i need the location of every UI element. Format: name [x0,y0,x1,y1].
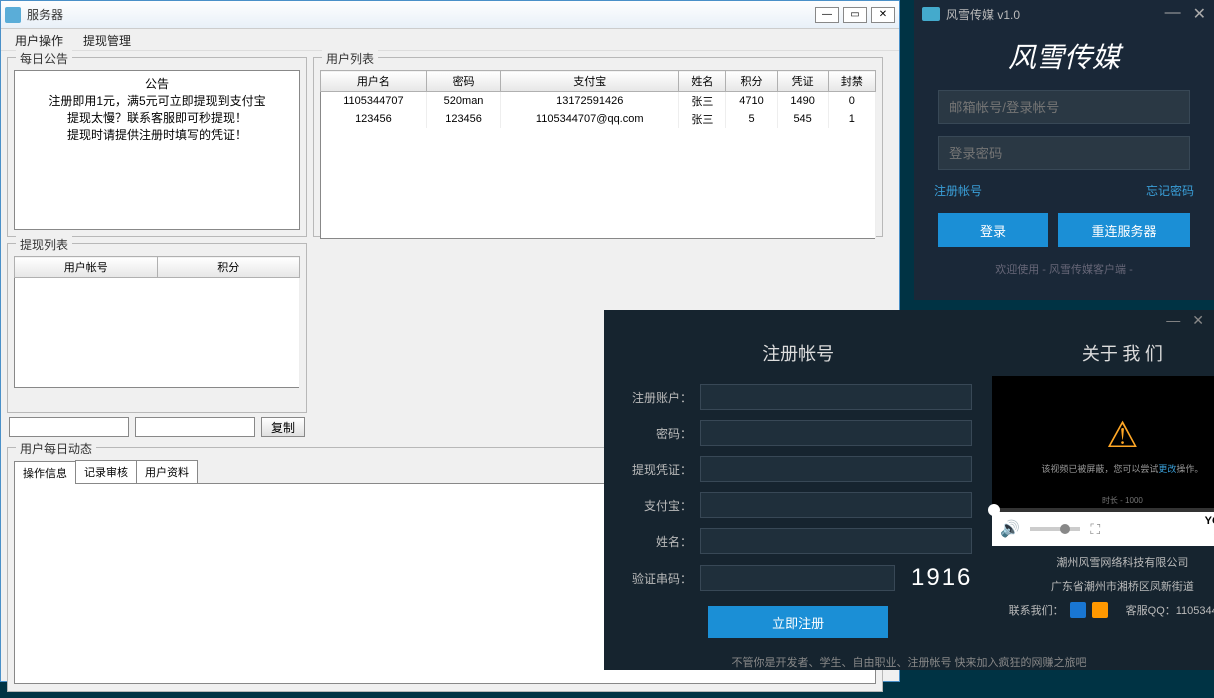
reconnect-button[interactable]: 重连服务器 [1058,213,1190,247]
tab-2[interactable]: 用户资料 [136,460,198,483]
reg-name-input[interactable] [700,528,972,554]
about-title: 关于 我 们 [992,340,1214,366]
user-table[interactable]: 用户名密码支付宝姓名积分凭证封禁 1105344707520man1317259… [320,70,876,239]
volume-slider[interactable] [1030,527,1080,531]
reg-footer: 不管你是开发者、学生、自由职业、注册帐号 快来加入疯狂的网赚之旅吧 [604,648,1214,676]
app-icon [5,7,21,23]
company-name: 潮州风雪网络科技有限公司 [992,554,1214,570]
client-titlebar: 风雪传媒 v1.0 — ✕ [914,0,1214,28]
label-cert: 提现凭证： [624,461,700,478]
menu-user-ops[interactable]: 用户操作 [5,29,73,50]
contact-row: 联系我们： 客服QQ：1105344707 [992,602,1214,618]
user-table-header[interactable]: 封禁 [828,71,875,92]
forgot-link[interactable]: 忘记密码 [1146,182,1194,199]
company-address: 广东省潮州市湘桥区凤新街道 [992,578,1214,594]
withdraw-table-header[interactable]: 用户帐号 [15,257,158,278]
contact-icon-1[interactable] [1070,602,1086,618]
copy-input-2[interactable] [135,417,255,437]
register-link[interactable]: 注册帐号 [934,182,982,199]
maximize-button[interactable]: ▭ [843,7,867,23]
reg-title: 注册帐号 [624,340,972,366]
client-logo-icon [922,7,940,21]
reg-close-button[interactable]: ✕ [1192,312,1204,328]
user-table-header[interactable]: 积分 [726,71,777,92]
warning-icon: ⚠ [1106,414,1138,456]
withdraw-table[interactable]: 用户帐号积分 [14,256,300,388]
tab-1[interactable]: 记录审核 [75,460,137,483]
user-table-header[interactable]: 用户名 [321,71,427,92]
password-input[interactable] [938,136,1190,170]
announce-group: 每日公告 公告 注册即用1元，满5元可立即提现到支付宝 提现太慢？联系客服即可秒… [7,57,307,237]
reg-captcha-input[interactable] [700,565,895,591]
reg-account-input[interactable] [700,384,972,410]
video-progress[interactable] [992,508,1214,512]
reg-password-input[interactable] [700,420,972,446]
copy-input-1[interactable] [9,417,129,437]
table-row[interactable]: 1105344707520man13172591426张三471014900 [321,92,876,111]
copy-button[interactable]: 复制 [261,417,305,437]
video-player[interactable]: ⚠ 该视频已被屏蔽，您可以尝试更改操作。 时长 - 1000 🔊 ⛶ YOUKU… [992,376,1214,546]
withdraw-group: 提现列表 用户帐号积分 [7,243,307,413]
userlist-legend: 用户列表 [322,50,378,67]
user-table-header[interactable]: 凭证 [777,71,828,92]
announce-legend: 每日公告 [16,50,72,67]
volume-icon[interactable]: 🔊 [1000,519,1020,539]
video-error-text: 该视频已被屏蔽，您可以尝试更改操作。 [1041,462,1203,475]
table-row[interactable]: 1234561234561105344707@qq.com张三55451 [321,110,876,128]
reg-cert-input[interactable] [700,456,972,482]
activity-legend: 用户每日动态 [16,440,96,457]
userlist-group: 用户列表 用户名密码支付宝姓名积分凭证封禁 1105344707520man13… [313,57,883,237]
menubar: 用户操作 提现管理 [1,29,899,51]
captcha-value: 1916 [911,564,972,592]
label-alipay: 支付宝： [624,497,700,514]
fullscreen-icon[interactable]: ⛶ [1090,521,1100,538]
window-title: 服务器 [27,6,815,23]
client-footer: 欢迎使用 - 风雪传媒客户端 - [914,261,1214,277]
login-button[interactable]: 登录 [938,213,1048,247]
client-close-button[interactable]: ✕ [1193,4,1206,24]
user-table-header[interactable]: 密码 [426,71,500,92]
youku-logo: YOUKU 优酷 [1205,515,1214,543]
client-brand: 风雪传媒 [914,28,1214,90]
withdraw-legend: 提现列表 [16,236,72,253]
reg-minimize-button[interactable]: — [1166,312,1180,328]
menu-withdraw-mgmt[interactable]: 提现管理 [73,29,141,50]
register-window: — ✕ 注册帐号 注册账户： 密码： 提现凭证： 支付宝： 姓名： 验证串码： 1… [604,310,1214,670]
tab-0[interactable]: 操作信息 [14,461,76,484]
user-table-header[interactable]: 支付宝 [501,71,679,92]
client-login-window: 风雪传媒 v1.0 — ✕ 风雪传媒 注册帐号 忘记密码 登录 重连服务器 欢迎… [914,0,1214,300]
reg-submit-button[interactable]: 立即注册 [708,606,888,638]
qq-label: 客服QQ：1105344707 [1126,602,1214,618]
label-captcha: 验证串码： [624,570,700,587]
contact-icon-2[interactable] [1092,602,1108,618]
label-password: 密码： [624,425,700,442]
email-input[interactable] [938,90,1190,124]
titlebar: 服务器 — ▭ ✕ [1,1,899,29]
video-time: 时长 - 1000 [1102,495,1143,506]
user-table-header[interactable]: 姓名 [679,71,726,92]
announce-textarea[interactable]: 公告 注册即用1元，满5元可立即提现到支付宝 提现太慢？联系客服即可秒提现！ 提… [14,70,300,230]
close-button[interactable]: ✕ [871,7,895,23]
reg-alipay-input[interactable] [700,492,972,518]
withdraw-table-header[interactable]: 积分 [157,257,300,278]
label-name: 姓名： [624,533,700,550]
label-account: 注册账户： [624,389,700,406]
client-title: 风雪传媒 v1.0 [946,6,1020,23]
client-minimize-button[interactable]: — [1165,4,1181,24]
minimize-button[interactable]: — [815,7,839,23]
